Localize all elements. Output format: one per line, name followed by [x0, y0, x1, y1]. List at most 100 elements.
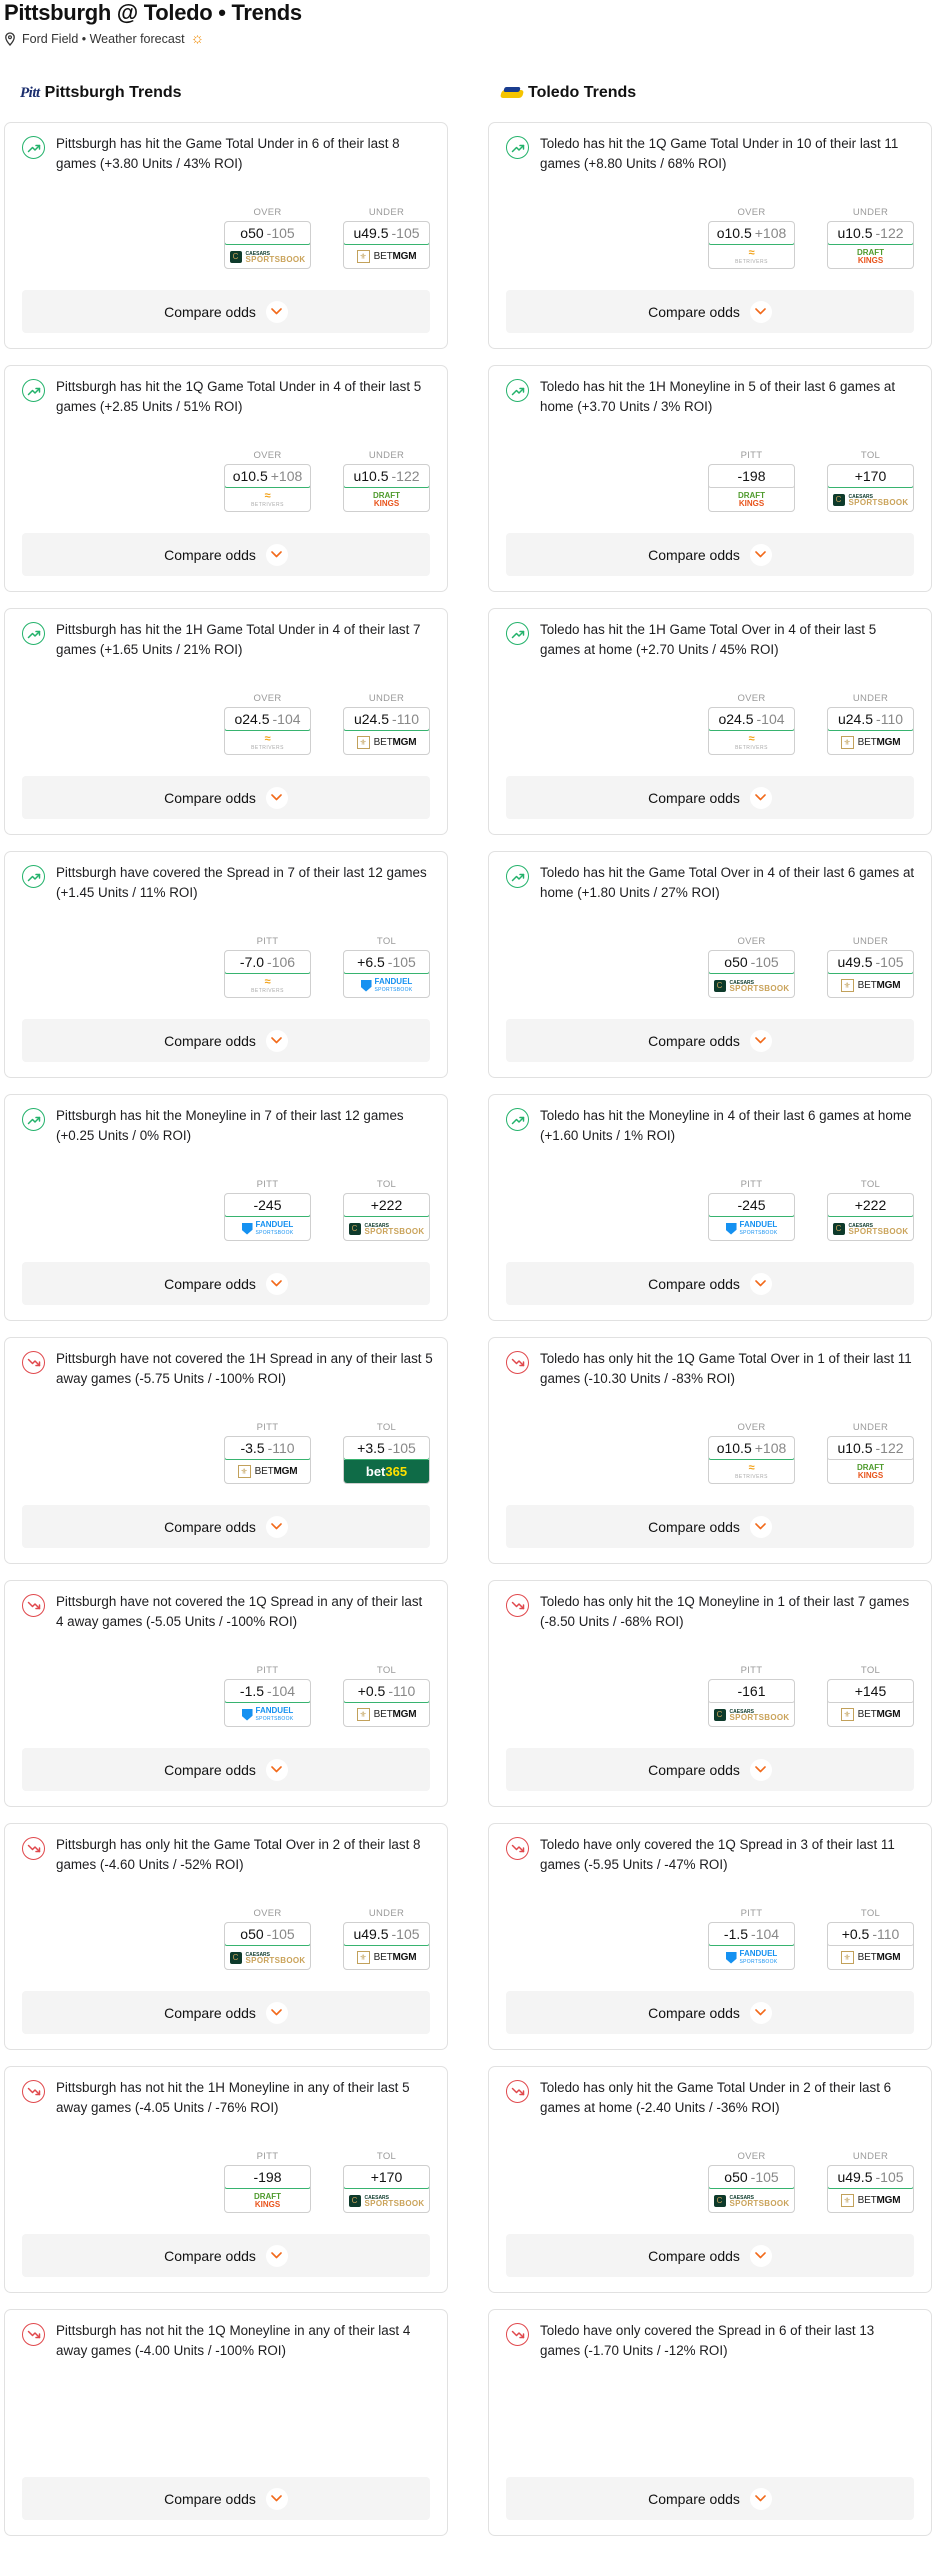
bet-option[interactable]: PITT -198 DRAFT KINGS [224, 2151, 311, 2213]
odds-button[interactable]: +3.5 -105 bet 365 [343, 1436, 430, 1484]
trend-down-icon [22, 2323, 45, 2346]
bet-option[interactable]: OVER o50 -105 C CAESARS SPORTSBOOK [224, 1908, 311, 1970]
bet-option[interactable]: TOL +0.5 -110 ⚜ BETMGM [343, 1665, 430, 1727]
odds-button[interactable]: o50 -105 C CAESARS SPORTSBOOK [708, 2165, 795, 2213]
bet-option[interactable]: PITT -1.5 -104 FANDUEL SPORTSBOOK [224, 1665, 311, 1727]
odds-button[interactable]: o50 -105 C CAESARS SPORTSBOOK [224, 221, 311, 269]
bet-option[interactable]: OVER o24.5 -104 ≈ BETRIVERS [708, 693, 795, 755]
odds-button[interactable]: +0.5 -110 ⚜ BETMGM [343, 1679, 430, 1727]
bet-option[interactable]: OVER o50 -105 C CAESARS SPORTSBOOK [708, 936, 795, 998]
odds-button[interactable]: u24.5 -110 ⚜ BETMGM [343, 707, 430, 755]
bet-option[interactable]: TOL +6.5 -105 FANDUEL SPORTSBOOK [343, 936, 430, 998]
bet-option[interactable]: TOL +145 ⚜ BETMGM [827, 1665, 914, 1727]
odds-button[interactable]: o50 -105 C CAESARS SPORTSBOOK [708, 950, 795, 998]
compare-odds-button[interactable]: Compare odds [506, 290, 914, 333]
bet-option[interactable]: TOL +170 C CAESARS SPORTSBOOK [827, 450, 914, 512]
odds-button[interactable]: -1.5 -104 FANDUEL SPORTSBOOK [224, 1679, 311, 1727]
odds-button[interactable]: -161 C CAESARS SPORTSBOOK [708, 1679, 795, 1727]
odds-button[interactable]: +170 C CAESARS SPORTSBOOK [343, 2165, 430, 2213]
odds-button[interactable]: +222 C CAESARS SPORTSBOOK [827, 1193, 914, 1241]
odds-button[interactable]: -3.5 -110 ⚜ BETMGM [224, 1436, 311, 1484]
odds-button[interactable]: o10.5 +108 ≈ BETRIVERS [224, 464, 311, 512]
compare-odds-button[interactable]: Compare odds [22, 533, 430, 576]
compare-odds-button[interactable]: Compare odds [22, 290, 430, 333]
bet-option[interactable]: UNDER u10.5 -122 DRAFT KINGS [827, 207, 914, 269]
odds-button[interactable]: -7.0 -106 ≈ BETRIVERS [224, 950, 311, 998]
compare-odds-button[interactable]: Compare odds [506, 1505, 914, 1548]
odds-button[interactable]: u49.5 -105 ⚜ BETMGM [827, 2165, 914, 2213]
bet-option[interactable]: UNDER u10.5 -122 DRAFT KINGS [827, 1422, 914, 1484]
odds-button[interactable]: o10.5 +108 ≈ BETRIVERS [708, 221, 795, 269]
chevron-down-icon [749, 2001, 772, 2024]
bet-option[interactable]: PITT -245 FANDUEL SPORTSBOOK [224, 1179, 311, 1241]
compare-odds-button[interactable]: Compare odds [22, 776, 430, 819]
bet-option[interactable]: PITT -3.5 -110 ⚜ BETMGM [224, 1422, 311, 1484]
odds-button[interactable]: u10.5 -122 DRAFT KINGS [343, 464, 430, 512]
odds-button[interactable]: u49.5 -105 ⚜ BETMGM [343, 1922, 430, 1970]
odds-button[interactable]: u24.5 -110 ⚜ BETMGM [827, 707, 914, 755]
compare-odds-button[interactable]: Compare odds [22, 1019, 430, 1062]
odds-button[interactable]: -245 FANDUEL SPORTSBOOK [224, 1193, 311, 1241]
bet-option[interactable]: PITT -245 FANDUEL SPORTSBOOK [708, 1179, 795, 1241]
odds-button[interactable]: o50 -105 C CAESARS SPORTSBOOK [224, 1922, 311, 1970]
odds-button[interactable]: -198 DRAFT KINGS [708, 464, 795, 512]
bet-option[interactable]: OVER o24.5 -104 ≈ BETRIVERS [224, 693, 311, 755]
odds-button[interactable]: +6.5 -105 FANDUEL SPORTSBOOK [343, 950, 430, 998]
odds-button[interactable]: o24.5 -104 ≈ BETRIVERS [224, 707, 311, 755]
odds-button[interactable]: -245 FANDUEL SPORTSBOOK [708, 1193, 795, 1241]
compare-odds-button[interactable]: Compare odds [506, 1262, 914, 1305]
compare-odds-button[interactable]: Compare odds [22, 1505, 430, 1548]
compare-odds-button[interactable]: Compare odds [506, 1019, 914, 1062]
compare-odds-button[interactable]: Compare odds [506, 2477, 914, 2520]
bet-option[interactable]: UNDER u49.5 -105 ⚜ BETMGM [343, 207, 430, 269]
bet-option[interactable]: UNDER u49.5 -105 ⚜ BETMGM [827, 2151, 914, 2213]
odds-button[interactable]: u49.5 -105 ⚜ BETMGM [343, 221, 430, 269]
bet-option[interactable]: UNDER u49.5 -105 ⚜ BETMGM [827, 936, 914, 998]
trend-down-icon [506, 1351, 529, 1374]
compare-odds-button[interactable]: Compare odds [506, 776, 914, 819]
bet-option[interactable]: OVER o50 -105 C CAESARS SPORTSBOOK [224, 207, 311, 269]
compare-odds-button[interactable]: Compare odds [22, 2477, 430, 2520]
compare-odds-button[interactable]: Compare odds [506, 533, 914, 576]
bet-option[interactable]: TOL +222 C CAESARS SPORTSBOOK [343, 1179, 430, 1241]
compare-odds-button[interactable]: Compare odds [506, 2234, 914, 2277]
odds-button[interactable]: o10.5 +108 ≈ BETRIVERS [708, 1436, 795, 1484]
bet-option[interactable]: TOL +0.5 -110 ⚜ BETMGM [827, 1908, 914, 1970]
bet-option[interactable]: OVER o50 -105 C CAESARS SPORTSBOOK [708, 2151, 795, 2213]
bet-option[interactable]: UNDER u10.5 -122 DRAFT KINGS [343, 450, 430, 512]
compare-odds-button[interactable]: Compare odds [22, 1991, 430, 2034]
bet-option[interactable]: PITT -7.0 -106 ≈ BETRIVERS [224, 936, 311, 998]
compare-odds-button[interactable]: Compare odds [22, 1748, 430, 1791]
compare-odds-button[interactable]: Compare odds [22, 2234, 430, 2277]
bet-option[interactable]: PITT -1.5 -104 FANDUEL SPORTSBOOK [708, 1908, 795, 1970]
bet-option[interactable]: PITT -161 C CAESARS SPORTSBOOK [708, 1665, 795, 1727]
odds-button[interactable]: -198 DRAFT KINGS [224, 2165, 311, 2213]
trend-card: Pittsburgh has hit the 1Q Game Total Und… [4, 365, 448, 592]
odds-button[interactable]: +0.5 -110 ⚜ BETMGM [827, 1922, 914, 1970]
bet-option[interactable]: UNDER u24.5 -110 ⚜ BETMGM [827, 693, 914, 755]
bet-option[interactable]: UNDER u49.5 -105 ⚜ BETMGM [343, 1908, 430, 1970]
bet-option[interactable]: OVER o10.5 +108 ≈ BETRIVERS [708, 207, 795, 269]
bet-option[interactable]: PITT -198 DRAFT KINGS [708, 450, 795, 512]
compare-odds-button[interactable]: Compare odds [22, 1262, 430, 1305]
odds-button[interactable]: o24.5 -104 ≈ BETRIVERS [708, 707, 795, 755]
chevron-down-icon [749, 2487, 772, 2510]
odds-button[interactable]: +145 ⚜ BETMGM [827, 1679, 914, 1727]
odds-button[interactable]: +170 C CAESARS SPORTSBOOK [827, 464, 914, 512]
odds-button[interactable]: -1.5 -104 FANDUEL SPORTSBOOK [708, 1922, 795, 1970]
compare-odds-label: Compare odds [164, 546, 256, 563]
compare-odds-button[interactable]: Compare odds [506, 1991, 914, 2034]
bet-option[interactable]: TOL +170 C CAESARS SPORTSBOOK [343, 2151, 430, 2213]
odds-button[interactable]: u10.5 -122 DRAFT KINGS [827, 1436, 914, 1484]
odds-button[interactable]: u49.5 -105 ⚜ BETMGM [827, 950, 914, 998]
bet-option[interactable]: TOL +222 C CAESARS SPORTSBOOK [827, 1179, 914, 1241]
odds-button[interactable]: u10.5 -122 DRAFT KINGS [827, 221, 914, 269]
bet-line: +0.5 [841, 1926, 870, 1942]
bet-option[interactable]: UNDER u24.5 -110 ⚜ BETMGM [343, 693, 430, 755]
bet-option[interactable]: TOL +3.5 -105 bet 365 [343, 1422, 430, 1484]
bet-option[interactable]: OVER o10.5 +108 ≈ BETRIVERS [224, 450, 311, 512]
bet-option[interactable]: OVER o10.5 +108 ≈ BETRIVERS [708, 1422, 795, 1484]
odds-button[interactable]: +222 C CAESARS SPORTSBOOK [343, 1193, 430, 1241]
sportsbook-badge: ⚜ BETMGM [828, 974, 913, 997]
compare-odds-button[interactable]: Compare odds [506, 1748, 914, 1791]
